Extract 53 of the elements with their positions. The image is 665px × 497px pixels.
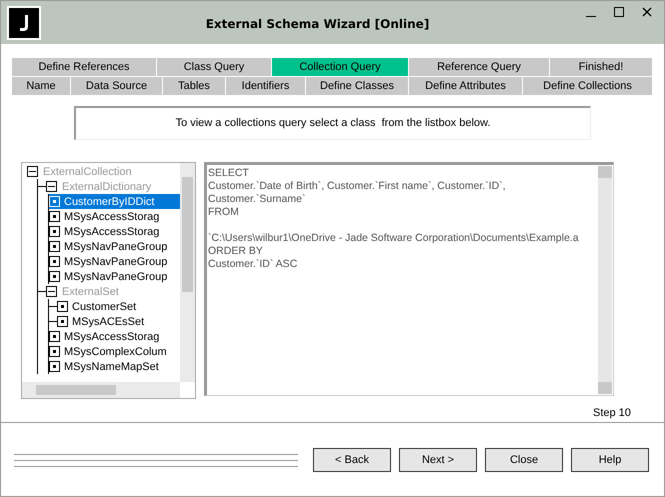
collapse-icon[interactable] bbox=[27, 166, 38, 177]
query-textarea[interactable]: SELECT Customer.`Date of Birth`, Customer.`First name`, Customer.`ID`, Customer.`Surname` FROM `C:\Users\wilbur1\OneDrive - Jade Software Corporation\Documents\Example.a ORDER BY Customer.`ID` ASC bbox=[204, 162, 614, 396]
close-icon[interactable] bbox=[640, 5, 654, 19]
instruction-text: To view a collections query select a class from the listbox below. bbox=[74, 106, 591, 140]
tree-item[interactable]: MSysNameMapSet bbox=[49, 359, 180, 374]
wizard-button[interactable]: Help bbox=[571, 448, 649, 472]
tree-item[interactable]: CustomerByIDDict bbox=[49, 194, 180, 209]
query-text: SELECT Customer.`Date of Birth`, Customer.`First name`, Customer.`ID`, Customer.`Surname` FROM `C:\Users\wilbur1\OneDrive - Jade Software Corporation\Documents\Example.a ORDER BY Customer.`ID` ASC bbox=[207, 166, 580, 271]
tab[interactable]: Collection Query bbox=[272, 58, 409, 76]
window-title: External Schema Wizard [Online] bbox=[204, 16, 430, 30]
tree-item[interactable]: MSysNavPaneGroup bbox=[49, 239, 180, 254]
tab[interactable]: Define Attributes bbox=[409, 77, 523, 95]
collapse-icon[interactable] bbox=[46, 181, 57, 192]
tree-item[interactable]: CustomerSet bbox=[57, 299, 166, 314]
tree-item[interactable]: MSysAccessStorag bbox=[49, 224, 180, 239]
vertical-scrollbar[interactable] bbox=[598, 166, 612, 394]
wizard-button[interactable]: < Back bbox=[313, 448, 391, 472]
leaf-node-icon bbox=[49, 271, 60, 282]
tab[interactable]: Tables bbox=[163, 77, 226, 95]
tab[interactable]: Name bbox=[12, 77, 71, 95]
tree-item[interactable]: MSysAccessStorag bbox=[49, 329, 180, 344]
maximize-icon[interactable] bbox=[612, 5, 626, 19]
vertical-scrollbar[interactable] bbox=[180, 163, 195, 382]
leaf-node-icon bbox=[57, 301, 68, 312]
tree-item[interactable]: MSysComplexColum bbox=[49, 344, 180, 359]
leaf-node-icon bbox=[49, 346, 60, 357]
tree-item[interactable]: MSysACEsSet bbox=[57, 314, 174, 329]
tab[interactable]: Define Classes bbox=[306, 77, 409, 95]
leaf-node-icon bbox=[49, 211, 60, 222]
leaf-node-icon bbox=[49, 256, 60, 267]
tab[interactable]: Finished! bbox=[550, 58, 653, 76]
tab[interactable]: Reference Query bbox=[409, 58, 550, 76]
tab[interactable]: Define Collections bbox=[523, 77, 653, 95]
tree-item[interactable]: MSysAccessStorag bbox=[49, 209, 180, 224]
leaf-node-icon bbox=[49, 196, 60, 207]
leaf-node-icon bbox=[49, 361, 60, 372]
leaf-node-icon bbox=[49, 226, 60, 237]
wizard-button[interactable]: Close bbox=[485, 448, 563, 472]
class-tree[interactable] bbox=[21, 162, 196, 399]
leaf-node-icon bbox=[57, 316, 68, 327]
wizard-button[interactable]: Next > bbox=[399, 448, 477, 472]
step-label: Step 10 bbox=[593, 407, 632, 419]
tree-item[interactable]: MSysNavPaneGroup bbox=[49, 269, 180, 284]
tab[interactable]: Class Query bbox=[157, 58, 272, 76]
tab[interactable]: Identifiers bbox=[226, 77, 306, 95]
collapse-icon[interactable] bbox=[46, 286, 57, 297]
tab[interactable]: Data Source bbox=[71, 77, 163, 95]
tab[interactable]: Define References bbox=[12, 58, 157, 76]
leaf-node-icon bbox=[49, 331, 60, 342]
app-logo-icon bbox=[7, 6, 41, 40]
horizontal-scrollbar[interactable] bbox=[22, 382, 180, 398]
leaf-node-icon bbox=[49, 241, 60, 252]
tree-item[interactable]: MSysNavPaneGroup bbox=[49, 254, 180, 269]
